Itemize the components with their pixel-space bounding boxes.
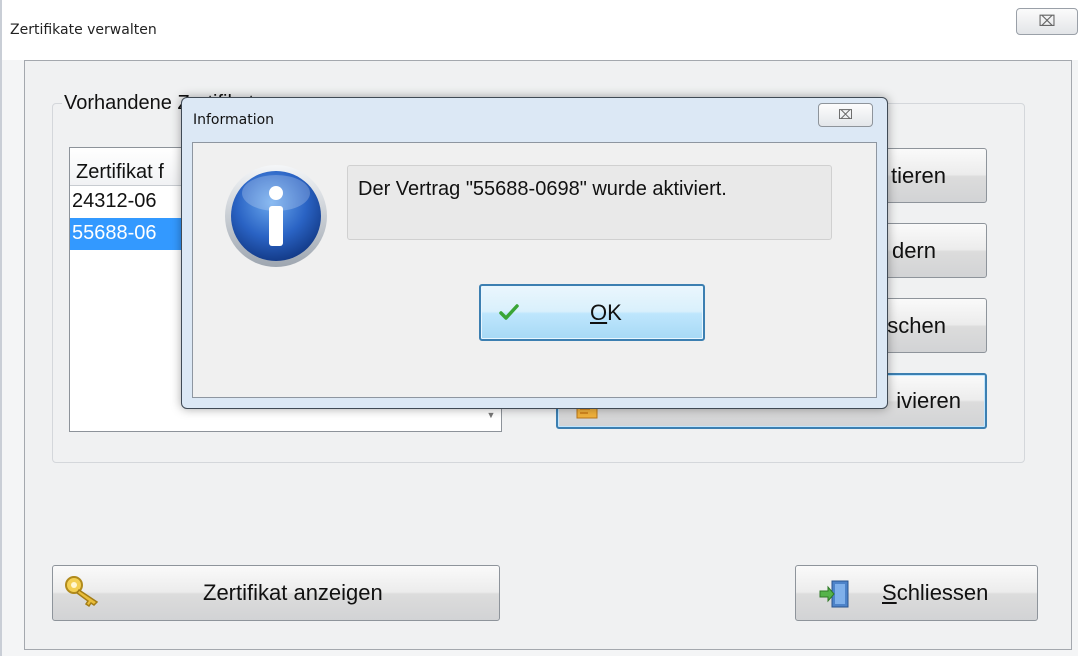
exit-door-icon xyxy=(818,579,852,615)
close-icon: ⌧ xyxy=(838,107,853,122)
information-dialog: Information ⌧ Der Vertrag "55688-0698" w… xyxy=(181,97,888,409)
close-icon: ⌧ xyxy=(1038,13,1056,30)
ok-button[interactable]: OK xyxy=(479,284,705,341)
button-label: tieren xyxy=(890,162,946,188)
button-label: dern xyxy=(891,237,936,263)
button-label: Zertifikat anzeigen xyxy=(203,580,383,605)
dialog-title: Information xyxy=(193,112,275,128)
window-title-bar: Zertifikate verwalten ⌧ xyxy=(2,0,1078,60)
info-icon xyxy=(223,163,329,274)
window-title: Zertifikate verwalten xyxy=(10,22,157,38)
dialog-close-button[interactable]: ⌧ xyxy=(818,103,873,127)
window-close-button[interactable]: ⌧ xyxy=(1016,8,1078,35)
dialog-body: Der Vertrag "55688-0698" wurde aktiviert… xyxy=(192,142,877,398)
scroll-down-arrow-icon[interactable]: ▼ xyxy=(484,410,498,424)
show-certificate-button[interactable]: Zertifikat anzeigen xyxy=(52,565,500,621)
close-button[interactable]: Schliessen xyxy=(795,565,1038,621)
check-icon xyxy=(499,304,519,325)
message-box: Der Vertrag "55688-0698" wurde aktiviert… xyxy=(347,165,832,240)
button-label: schen xyxy=(887,312,946,338)
button-label: OK xyxy=(590,300,622,325)
key-icon xyxy=(63,574,107,616)
button-label: Schliessen xyxy=(882,580,989,605)
button-label: ivieren xyxy=(896,388,961,413)
dialog-message: Der Vertrag "55688-0698" wurde aktiviert… xyxy=(358,178,727,200)
